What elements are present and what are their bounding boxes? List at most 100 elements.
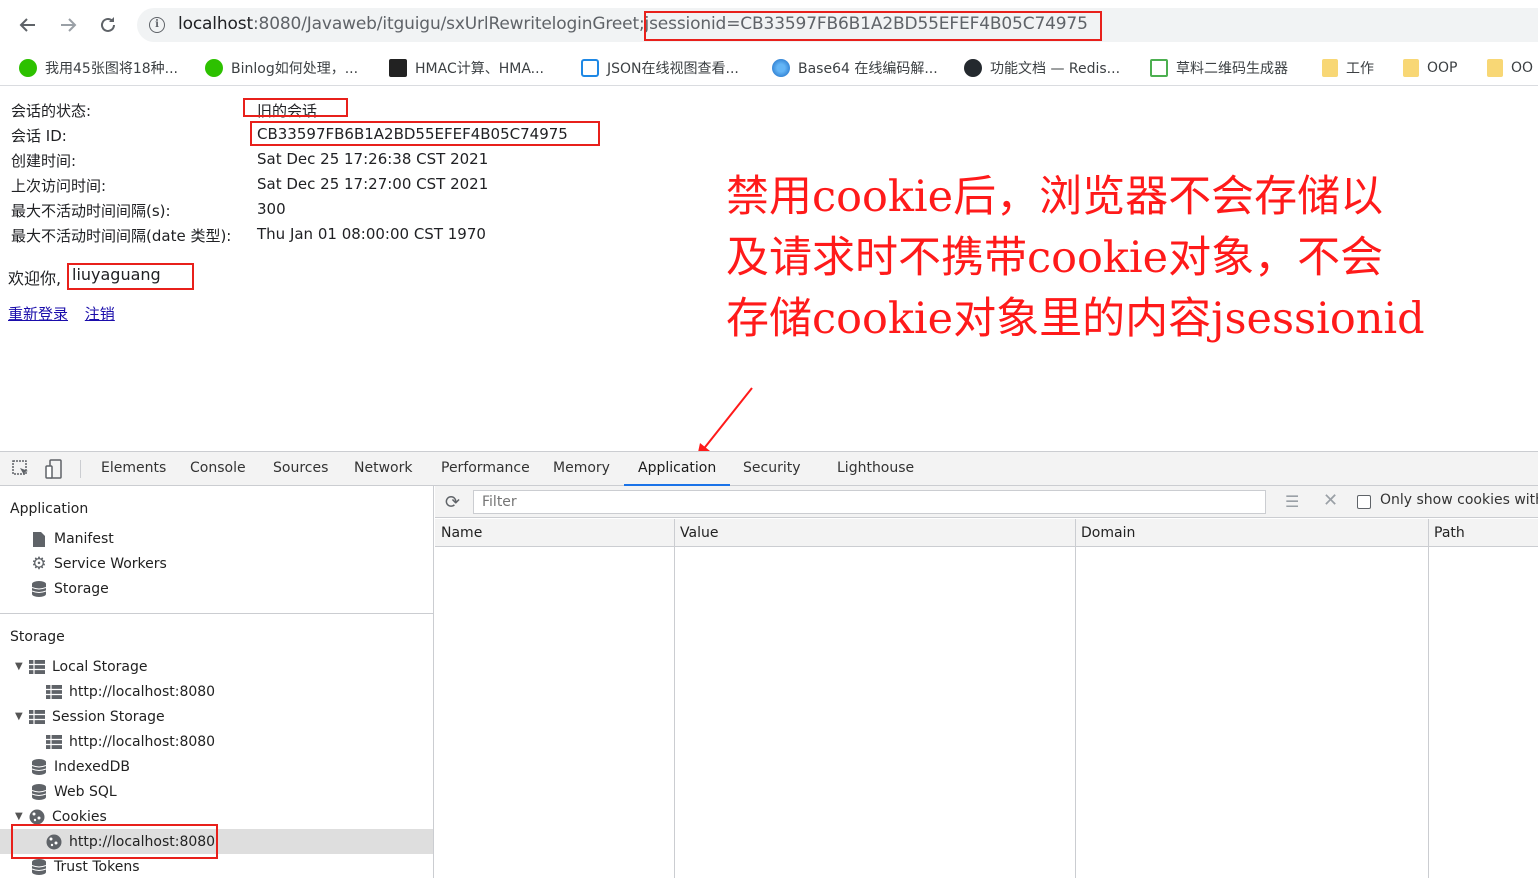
cookie-icon: [46, 834, 62, 850]
creation-time-value: Sat Dec 25 17:26:38 CST 2021: [257, 150, 489, 168]
browser-toolbar: i localhost:8080/Javaweb/itguigu/sxUrlRe…: [0, 0, 1538, 50]
logout-link[interactable]: 注销: [85, 305, 115, 323]
sidebar-item-label: Storage: [54, 581, 109, 597]
column-header-domain[interactable]: Domain: [1075, 519, 1135, 547]
folder-icon: [1403, 59, 1419, 77]
creation-time-label: 创建时间:: [11, 152, 77, 170]
annotation-text: 禁用cookie后，浏览器不会存储以 及请求时不携带cookie对象，不会 存储…: [726, 167, 1526, 350]
bookmark-item[interactable]: 草料二维码生成器: [1150, 57, 1288, 79]
bookmark-item[interactable]: Binlog如何处理，...: [205, 57, 358, 79]
sidebar-item-session-storage-origin[interactable]: http://localhost:8080: [46, 731, 215, 753]
folder-icon: [1487, 59, 1503, 77]
expand-triangle-icon[interactable]: ▼: [15, 656, 29, 678]
session-status-label: 会话的状态:: [11, 102, 92, 120]
wechat-icon: [19, 59, 37, 77]
annotation-line: 禁用cookie后，浏览器不会存储以: [726, 172, 1384, 222]
info-icon[interactable]: i: [149, 17, 165, 33]
column-header-name[interactable]: Name: [435, 519, 482, 547]
bookmark-item[interactable]: HMAC计算、HMA...: [389, 57, 544, 79]
tab-performance[interactable]: Performance: [441, 452, 530, 486]
bookmark-item[interactable]: JSON在线视图查看...: [581, 57, 739, 79]
device-toolbar-icon[interactable]: [44, 459, 64, 479]
bookmark-label: 功能文档 — Redis...: [990, 61, 1121, 77]
sidebar-item-label: Session Storage: [52, 709, 165, 725]
sidebar-item-label: Local Storage: [52, 659, 148, 675]
bookmark-folder[interactable]: OO: [1487, 57, 1533, 79]
sidebar-item-local-storage[interactable]: ▼ Local Storage: [15, 656, 148, 678]
tab-sources[interactable]: Sources: [273, 452, 328, 486]
tab-application[interactable]: Application: [623, 452, 731, 486]
annotation-line: 存储cookie对象里的内容jsessionid: [726, 294, 1425, 344]
sidebar-item-cookies-origin[interactable]: http://localhost:8080: [46, 831, 215, 853]
url-path: :8080/Javaweb/itguigu/sxUrlRewriteloginG…: [252, 14, 1088, 34]
table-grid-icon: [29, 659, 45, 675]
sidebar-item-label: Cookies: [52, 809, 107, 825]
tab-memory[interactable]: Memory: [553, 452, 610, 486]
column-divider[interactable]: [674, 519, 675, 878]
bookmark-label: OOP: [1427, 60, 1458, 76]
session-id-value: CB33597FB6B1A2BD55EFEF4B05C74975: [257, 125, 568, 143]
sidebar-item-websql[interactable]: Web SQL: [31, 781, 117, 803]
sidebar-item-service-workers[interactable]: ⚙ Service Workers: [31, 553, 167, 575]
sidebar-item-local-storage-origin[interactable]: http://localhost:8080: [46, 681, 215, 703]
reload-icon[interactable]: [93, 10, 123, 40]
clear-filtered-icon[interactable]: ☰: [1285, 492, 1299, 511]
database-icon: [31, 859, 47, 875]
sidebar-item-storage[interactable]: Storage: [31, 578, 109, 600]
table-header: Name Value Domain Path: [435, 519, 1538, 547]
bookmark-item[interactable]: 我用45张图将18种...: [19, 57, 178, 79]
application-section-title: Application: [10, 501, 89, 517]
sidebar-item-label: http://localhost:8080: [69, 734, 216, 750]
bookmark-folder[interactable]: 工作: [1322, 57, 1374, 79]
tab-console[interactable]: Console: [190, 452, 246, 486]
bookmarks-bar: 我用45张图将18种... Binlog如何处理，... HMAC计算、HMA.…: [0, 50, 1538, 86]
forward-arrow-icon[interactable]: [53, 10, 83, 40]
bookmark-item[interactable]: 功能文档 — Redis...: [964, 57, 1120, 79]
welcome-message: 欢迎你, liuyaguang: [8, 265, 161, 289]
file-icon: [31, 531, 47, 547]
action-links: 重新登录 注销: [8, 303, 127, 324]
table-grid-icon: [46, 684, 62, 700]
tab-elements[interactable]: Elements: [101, 452, 166, 486]
sidebar-item-manifest[interactable]: Manifest: [31, 528, 114, 550]
bookmark-label: HMAC计算、HMA...: [415, 61, 545, 77]
sidebar-item-label: Service Workers: [54, 556, 167, 572]
annotation-arrow: [697, 387, 753, 457]
back-arrow-icon[interactable]: [13, 10, 43, 40]
sidebar-item-label: IndexedDB: [54, 759, 130, 775]
sidebar-item-indexeddb[interactable]: IndexedDB: [31, 756, 130, 778]
sidebar-item-session-storage[interactable]: ▼ Session Storage: [15, 706, 165, 728]
delete-icon[interactable]: ✕: [1323, 490, 1338, 511]
expand-triangle-icon[interactable]: ▼: [15, 706, 29, 728]
refresh-icon[interactable]: ⟳: [445, 492, 460, 513]
tab-security[interactable]: Security: [743, 452, 801, 486]
sidebar-item-trust-tokens[interactable]: Trust Tokens: [31, 856, 139, 878]
sidebar-item-cookies[interactable]: ▼ Cookies: [15, 806, 107, 828]
url-text[interactable]: localhost:8080/Javaweb/itguigu/sxUrlRewr…: [178, 14, 1088, 34]
filter-input[interactable]: [473, 490, 1266, 514]
sidebar-item-label: Web SQL: [54, 784, 117, 800]
session-id-label: 会话 ID:: [11, 127, 67, 145]
tab-lighthouse[interactable]: Lighthouse: [837, 452, 914, 486]
only-show-cookies-checkbox[interactable]: [1357, 495, 1371, 509]
column-header-value[interactable]: Value: [674, 519, 718, 547]
bookmark-folder[interactable]: OOP: [1403, 57, 1457, 79]
address-bar[interactable]: i localhost:8080/Javaweb/itguigu/sxUrlRe…: [137, 8, 1538, 42]
sidebar-item-label: Trust Tokens: [54, 859, 140, 875]
column-header-path[interactable]: Path: [1428, 519, 1465, 547]
storage-section-title: Storage: [10, 629, 65, 645]
bookmark-label: 草料二维码生成器: [1176, 61, 1288, 77]
base64-icon: [772, 59, 790, 77]
column-divider[interactable]: [1428, 519, 1429, 878]
tab-network[interactable]: Network: [354, 452, 412, 486]
expand-triangle-icon[interactable]: ▼: [15, 806, 29, 828]
session-status-value: 旧的会话: [257, 102, 318, 120]
max-inactive-value: 300: [257, 200, 286, 218]
max-inactive-date-value: Thu Jan 01 08:00:00 CST 1970: [257, 225, 486, 243]
only-show-cookies-label: Only show cookies with: [1380, 492, 1538, 508]
bookmark-item[interactable]: Base64 在线编码解...: [772, 57, 938, 79]
inspect-element-icon[interactable]: [11, 459, 31, 479]
bookmark-label: 我用45张图将18种...: [45, 61, 178, 77]
column-divider[interactable]: [1075, 519, 1076, 878]
relogin-link[interactable]: 重新登录: [8, 305, 68, 323]
